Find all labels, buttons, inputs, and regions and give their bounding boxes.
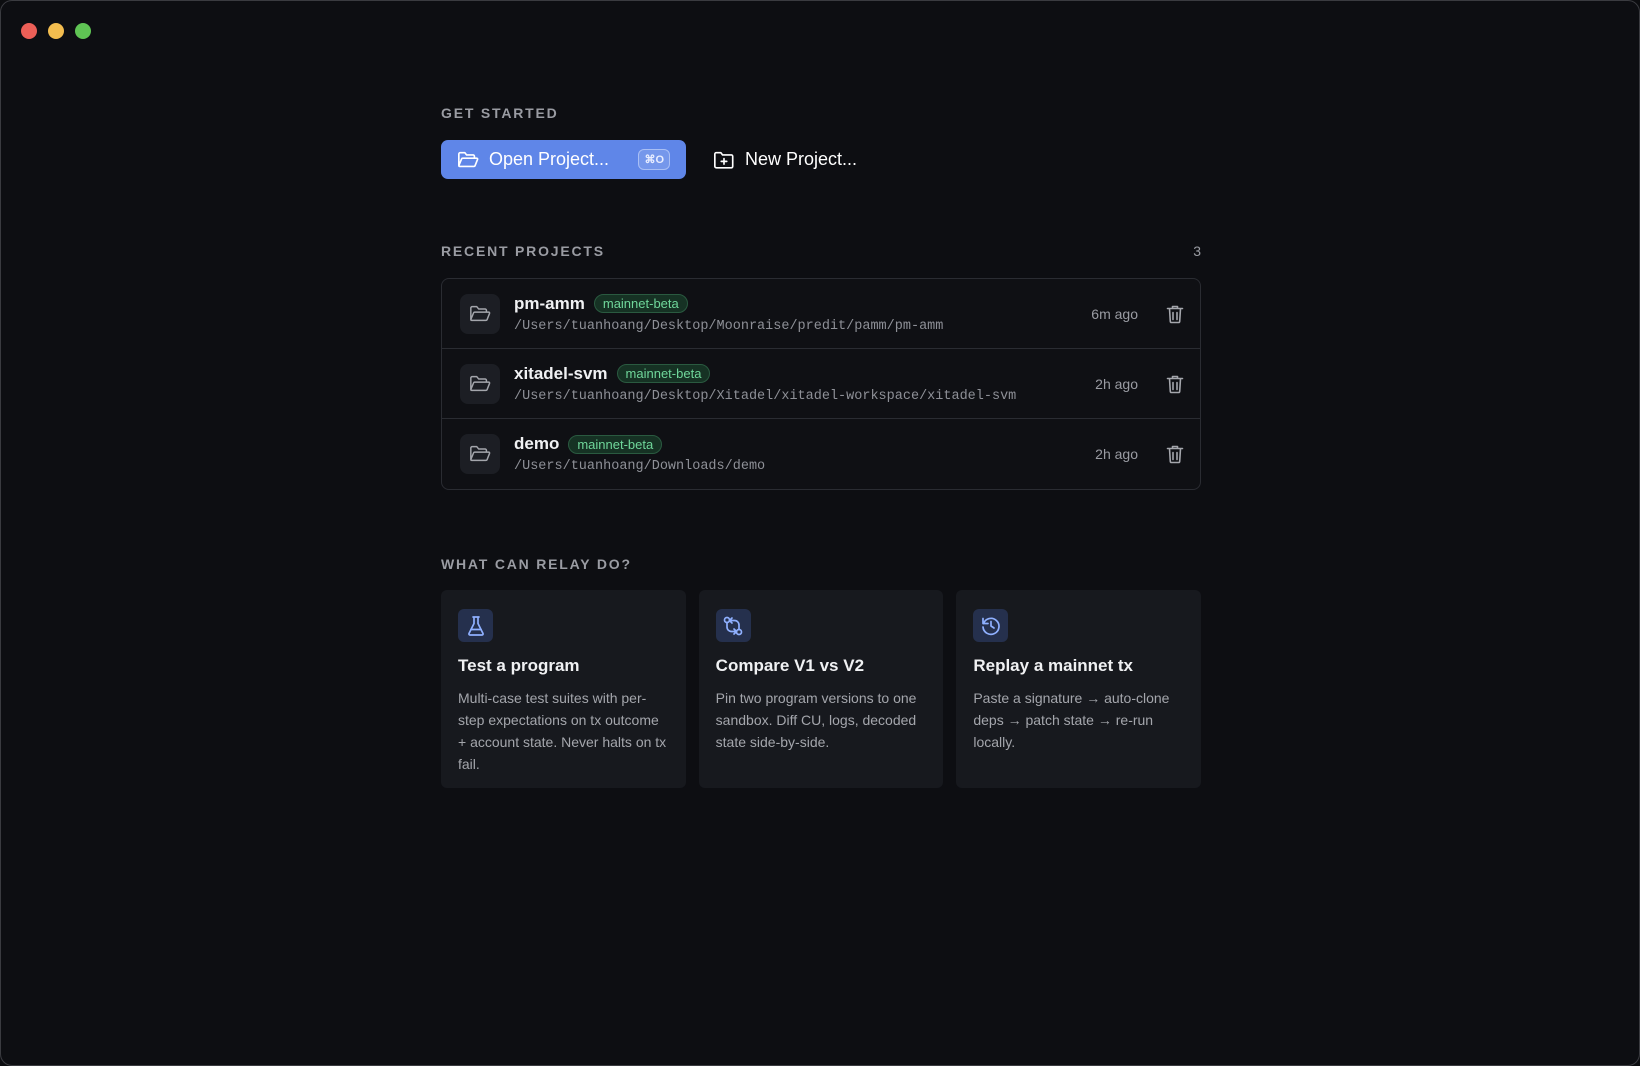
project-name: xitadel-svm xyxy=(514,363,608,383)
project-name: pm-amm xyxy=(514,293,585,313)
recent-projects-count: 3 xyxy=(1193,243,1201,259)
history-icon xyxy=(973,609,1009,642)
card-description: Pin two program versions to one sandbox.… xyxy=(715,690,917,750)
card-description: Paste a signature → auto-clone deps → pa… xyxy=(973,690,1170,750)
recent-projects-list: pm-amm mainnet-beta /Users/tuanhoang/Des… xyxy=(441,278,1201,490)
network-badge: mainnet-beta xyxy=(593,294,688,313)
new-project-label: New Project... xyxy=(745,149,858,169)
trash-icon[interactable] xyxy=(1166,304,1184,324)
network-badge: mainnet-beta xyxy=(616,364,711,383)
card-title: Replay a mainnet tx xyxy=(973,656,1134,675)
feature-card-replay[interactable]: Replay a mainnet tx Paste a signature → … xyxy=(956,590,1202,788)
get-started-label: GET STARTED xyxy=(441,105,559,121)
feature-cards: Test a program Multi-case test suites wi… xyxy=(441,590,1202,788)
project-row[interactable]: xitadel-svm mainnet-beta /Users/tuanhoan… xyxy=(442,349,1200,419)
project-info: demo mainnet-beta /Users/tuanhoang/Downl… xyxy=(514,434,1095,474)
open-project-label: Open Project... xyxy=(489,149,610,169)
card-description: Multi-case test suites with per-step exp… xyxy=(458,690,667,772)
trash-icon[interactable] xyxy=(1166,444,1184,464)
features-label: WHAT CAN RELAY DO? xyxy=(441,556,632,572)
project-path: /Users/tuanhoang/Desktop/Xitadel/xitadel… xyxy=(514,388,1017,404)
open-project-shortcut: ⌘O xyxy=(638,149,670,170)
git-compare-icon xyxy=(715,609,751,642)
zoom-window-button[interactable] xyxy=(75,23,91,39)
project-name: demo xyxy=(514,434,560,453)
project-info: xitadel-svm mainnet-beta /Users/tuanhoan… xyxy=(514,364,1095,404)
card-title: Compare V1 vs V2 xyxy=(715,656,865,675)
folder-plus-icon xyxy=(713,150,735,170)
folder-icon xyxy=(460,363,500,404)
minimize-window-button[interactable] xyxy=(48,23,64,39)
project-path: /Users/tuanhoang/Desktop/Moonraise/predi… xyxy=(514,318,944,334)
close-window-button[interactable] xyxy=(21,23,37,39)
project-time: 2h ago xyxy=(1095,446,1138,462)
feature-card-test[interactable]: Test a program Multi-case test suites wi… xyxy=(441,590,686,788)
folder-icon xyxy=(460,293,500,334)
folder-open-icon xyxy=(457,150,479,170)
flask-icon xyxy=(458,609,493,642)
window-controls xyxy=(21,23,91,39)
folder-icon xyxy=(460,434,500,474)
trash-icon[interactable] xyxy=(1166,374,1184,394)
project-info: pm-amm mainnet-beta /Users/tuanhoang/Des… xyxy=(514,294,1091,334)
network-badge: mainnet-beta xyxy=(568,434,663,454)
feature-card-compare[interactable]: Compare V1 vs V2 Pin two program version… xyxy=(698,590,944,788)
project-time: 6m ago xyxy=(1091,305,1138,322)
new-project-button[interactable]: New Project... xyxy=(713,140,857,179)
project-row[interactable]: demo mainnet-beta /Users/tuanhoang/Downl… xyxy=(442,419,1200,489)
project-row[interactable]: pm-amm mainnet-beta /Users/tuanhoang/Des… xyxy=(442,279,1200,349)
project-time: 2h ago xyxy=(1095,375,1138,392)
app-window: GET STARTED Open Project... ⌘O New Proje… xyxy=(0,0,1640,1066)
card-title: Test a program xyxy=(458,656,580,675)
project-path: /Users/tuanhoang/Downloads/demo xyxy=(514,459,766,474)
open-project-button[interactable]: Open Project... ⌘O xyxy=(441,140,686,179)
recent-projects-label: RECENT PROJECTS xyxy=(441,243,605,259)
